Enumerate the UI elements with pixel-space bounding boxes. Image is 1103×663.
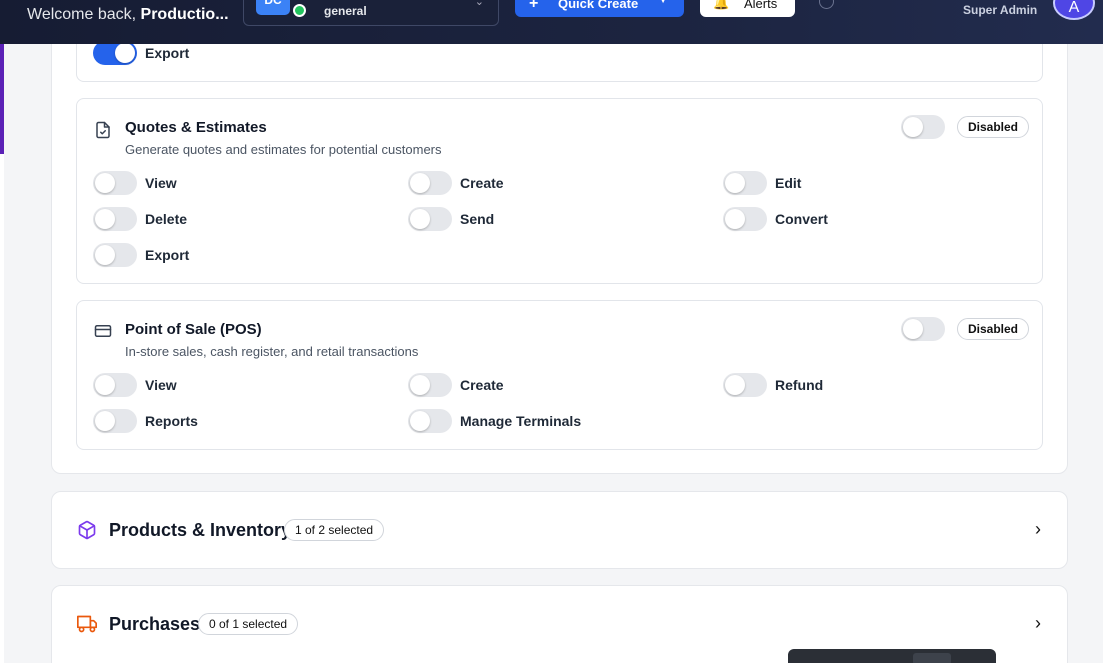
permission-label: Refund — [775, 377, 824, 393]
toggle-knob — [95, 173, 115, 193]
permission-label: View — [145, 175, 177, 191]
welcome-prefix: Welcome back, — [27, 6, 141, 23]
user-avatar[interactable]: A — [1053, 0, 1095, 20]
module-title: Point of Sale (POS) — [125, 321, 262, 338]
permission-label: Manage Terminals — [460, 413, 582, 429]
toggle-knob — [410, 209, 430, 229]
toggle-knob — [95, 411, 115, 431]
permission-toggle-create[interactable] — [408, 373, 452, 397]
category-card-products-inventory[interactable]: Products & Inventory 1 of 2 selected › — [51, 491, 1068, 569]
workspace-selector[interactable]: DC general ⌄ — [243, 0, 499, 26]
user-role: Super Admin — [963, 3, 1038, 17]
chevron-right-icon: › — [1035, 613, 1041, 633]
floating-toolbar — [788, 649, 996, 663]
toggle-knob — [725, 173, 745, 193]
permission-label: Create — [460, 377, 504, 393]
permission-label: Send — [460, 211, 495, 227]
permission-toggle-export[interactable] — [93, 41, 137, 65]
category-title: Products & Inventory — [109, 520, 292, 540]
truck-icon — [77, 615, 97, 633]
alerts-label: Alerts — [744, 0, 778, 11]
status-badge: Disabled — [957, 318, 1030, 340]
chevron-down-icon: ▼ — [658, 0, 668, 6]
toolbar-button[interactable] — [913, 653, 951, 663]
quick-create-button[interactable]: + Quick Create ▼ — [515, 0, 684, 17]
permission-toggle-delete[interactable] — [93, 207, 137, 231]
permission-label: Export — [145, 247, 190, 263]
toggle-knob — [410, 375, 430, 395]
permission-toggle-export[interactable] — [93, 243, 137, 267]
toggle-knob — [903, 319, 923, 339]
module-card-quotes: Quotes & Estimates Generate quotes and e… — [76, 98, 1043, 284]
permission-label: Reports — [145, 413, 198, 429]
plus-icon: + — [529, 0, 539, 12]
cube-icon — [78, 520, 96, 540]
toggle-knob — [115, 43, 135, 63]
permission-toggle-view[interactable] — [93, 373, 137, 397]
permission-toggle-view[interactable] — [93, 171, 137, 195]
permission-label: Convert — [775, 211, 828, 227]
online-status-dot — [293, 4, 306, 17]
toggle-knob — [903, 117, 923, 137]
toggle-knob — [410, 411, 430, 431]
module-enable-toggle[interactable] — [901, 317, 945, 341]
workspace-name: general — [324, 4, 367, 18]
toggle-knob — [95, 209, 115, 229]
help-icon[interactable] — [819, 0, 834, 9]
permission-toggle-create[interactable] — [408, 171, 452, 195]
toggle-knob — [95, 245, 115, 265]
toggle-knob — [725, 375, 745, 395]
welcome-user-name: Productio... — [140, 6, 229, 23]
permission-label: View — [145, 377, 177, 393]
module-title: Quotes & Estimates — [125, 119, 267, 136]
module-card-pos: Point of Sale (POS) In-store sales, cash… — [76, 300, 1043, 450]
selection-count-badge: 0 of 1 selected — [198, 613, 299, 635]
document-check-icon — [96, 121, 110, 139]
module-description: In-store sales, cash register, and retai… — [125, 344, 419, 359]
selection-count-badge: 1 of 2 selected — [284, 519, 385, 541]
welcome-message: Welcome back, Productio... — [27, 6, 229, 24]
quick-create-label: Quick Create — [558, 0, 639, 11]
permission-toggle-convert[interactable] — [723, 207, 767, 231]
permission-toggle-refund[interactable] — [723, 373, 767, 397]
sidebar-active-indicator — [0, 44, 4, 154]
permission-toggle-reports[interactable] — [93, 409, 137, 433]
toggle-knob — [95, 375, 115, 395]
chevron-right-icon: › — [1035, 519, 1041, 539]
bell-icon: 🔔 — [713, 0, 730, 10]
status-badge: Disabled — [957, 116, 1030, 138]
module-description: Generate quotes and estimates for potent… — [125, 142, 442, 157]
permission-toggle-edit[interactable] — [723, 171, 767, 195]
permission-label: Export — [145, 45, 190, 61]
chevron-down-icon: ⌄ — [474, 0, 484, 8]
toggle-knob — [410, 173, 430, 193]
permission-toggle-send[interactable] — [408, 207, 452, 231]
category-title: Purchases — [109, 614, 201, 634]
module-enable-toggle[interactable] — [901, 115, 945, 139]
permission-label: Edit — [775, 175, 802, 191]
credit-card-icon — [94, 325, 112, 337]
permission-label: Delete — [145, 211, 188, 227]
alerts-button[interactable]: 🔔 Alerts — [700, 0, 795, 17]
top-header: Welcome back, Productio... DC general ⌄ … — [0, 0, 1103, 44]
permission-toggle-manage-terminals[interactable] — [408, 409, 452, 433]
toggle-knob — [725, 209, 745, 229]
workspace-avatar: DC — [256, 0, 290, 15]
permission-label: Create — [460, 175, 504, 191]
